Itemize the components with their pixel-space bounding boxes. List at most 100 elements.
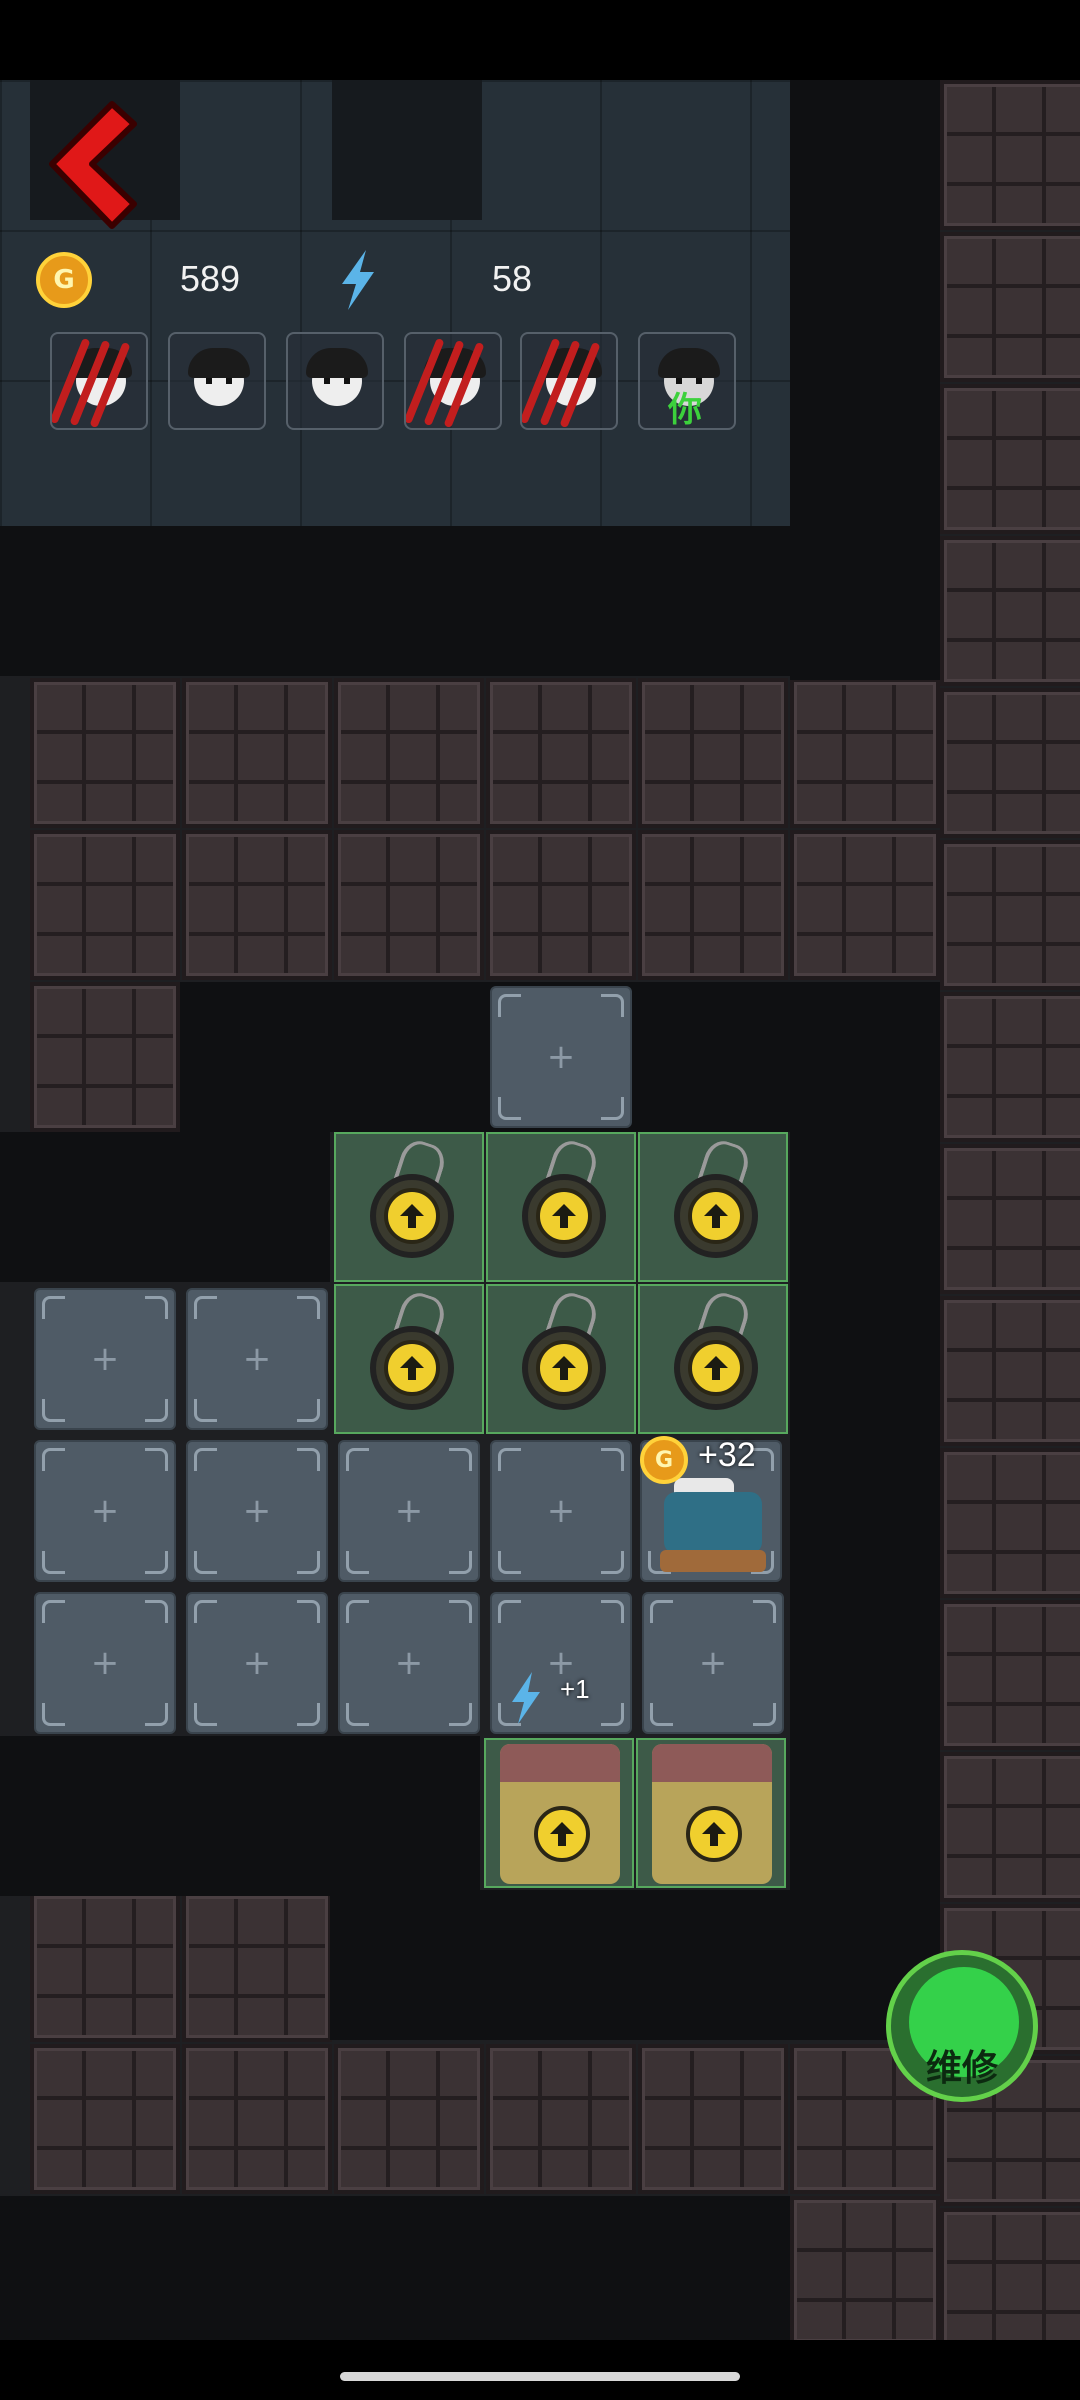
upgrade-button[interactable] [384,1340,440,1396]
upgrade-button[interactable] [384,1188,440,1244]
brick-wall-tile [790,830,940,980]
brick-wall-tile [334,678,484,828]
bed-frame [660,1550,766,1572]
avatar-eyes [206,378,232,384]
bed-blanket [664,1492,762,1554]
arrow-up-icon [702,1822,726,1846]
brick-wall-tile [182,830,332,980]
turret-cell[interactable] [486,1132,636,1282]
empty-build-slot[interactable]: + [490,1440,632,1582]
brick-wall-tile [486,830,636,980]
brick-wall-tile [334,2044,484,2194]
player-slot-3[interactable] [286,332,384,430]
empty-build-slot[interactable]: + [34,1592,176,1734]
gold-count: 589 [180,258,241,299]
arrow-up-icon [552,1356,576,1380]
brick-wall-tile [940,1144,1080,1294]
avatar-hair [658,348,720,378]
repair-button-label: 维修 [925,2048,998,2089]
plus-icon: + [90,1643,120,1683]
upgrade-button[interactable] [688,1188,744,1244]
brick-wall-tile [486,678,636,828]
brick-wall-tile [182,2044,332,2194]
empty-build-slot[interactable]: + [186,1592,328,1734]
brick-wall-tile [790,2196,940,2346]
hallway [790,1132,940,1892]
plus-icon: + [242,1339,272,1379]
brick-wall-tile [940,992,1080,1142]
chevron-left-icon [49,101,137,229]
player-slot-1[interactable] [50,332,148,430]
bed-income-label: +32 [698,1436,756,1474]
repair-button[interactable]: 维修 [886,1950,1038,2102]
brick-wall-tile [940,536,1080,686]
energy-count: 58 [492,258,533,299]
home-indicator[interactable] [340,2372,740,2381]
player-slot-5[interactable] [520,332,618,430]
brick-wall-tile [334,830,484,980]
plus-icon: + [546,1037,576,1077]
turret-cell[interactable] [334,1132,484,1282]
turret-cell[interactable] [334,1284,484,1434]
upgrade-button[interactable] [686,1806,742,1862]
brick-wall-tile [790,678,940,828]
player-slot-you[interactable]: 你 [638,332,736,430]
plus-icon: + [698,1643,728,1683]
brick-wall-tile [638,2044,788,2194]
plus-icon: + [90,1491,120,1531]
brick-wall-tile [940,1296,1080,1446]
energy-income-label: +1 [560,1674,590,1704]
empty-build-slot[interactable]: + [34,1288,176,1430]
brick-wall-tile [940,840,1080,990]
plus-icon: + [242,1643,272,1683]
avatar-eyes [324,378,350,384]
upgrade-button[interactable] [688,1340,744,1396]
player-slot-4[interactable] [404,332,502,430]
lightning-icon [506,1672,546,1728]
empty-build-slot[interactable]: + [186,1288,328,1430]
back-button[interactable] [42,100,142,230]
arrow-up-icon [704,1356,728,1380]
plus-icon: + [546,1491,576,1531]
upgrade-button[interactable] [534,1806,590,1862]
player-slot-2[interactable] [168,332,266,430]
arrow-up-icon [550,1822,574,1846]
brick-wall-tile [940,1448,1080,1598]
empty-build-slot[interactable]: + [642,1592,784,1734]
status-bar [0,0,1080,80]
turret-cell[interactable] [638,1284,788,1434]
brick-wall-tile [486,2044,636,2194]
generator-cell[interactable] [636,1738,786,1888]
brick-wall-tile [30,830,180,980]
empty-build-slot[interactable]: + [338,1440,480,1582]
gold-coin-icon: G [36,252,92,308]
brick-wall-tile [638,830,788,980]
empty-build-slot[interactable]: + [34,1440,176,1582]
game-stage: +++++++++++++ G +32 +1 G 589 [0,0,1080,2400]
brick-wall-tile [940,2208,1080,2358]
plus-icon: + [242,1491,272,1531]
generator-cell[interactable] [484,1738,634,1888]
empty-build-slot[interactable]: + [338,1592,480,1734]
turret-cell[interactable] [638,1132,788,1282]
brick-wall-tile [638,678,788,828]
plus-icon: + [394,1643,424,1683]
brick-wall-tile [30,1892,180,2042]
hallway [330,1890,940,2040]
brick-wall-tile [30,982,180,1132]
home-bar [0,2340,1080,2400]
brick-wall-tile [940,1752,1080,1902]
you-label: 你 [668,390,702,430]
brick-wall-tile [940,232,1080,382]
empty-build-slot[interactable]: + [186,1440,328,1582]
hallway [0,1736,480,1896]
arrow-up-icon [704,1204,728,1228]
upgrade-button[interactable] [536,1340,592,1396]
upgrade-button[interactable] [536,1188,592,1244]
empty-build-slot[interactable]: + [490,986,632,1128]
hallway [790,80,940,680]
avatar-hair [188,348,250,378]
lightning-icon [338,250,378,314]
hallway [0,2196,790,2346]
turret-cell[interactable] [486,1284,636,1434]
